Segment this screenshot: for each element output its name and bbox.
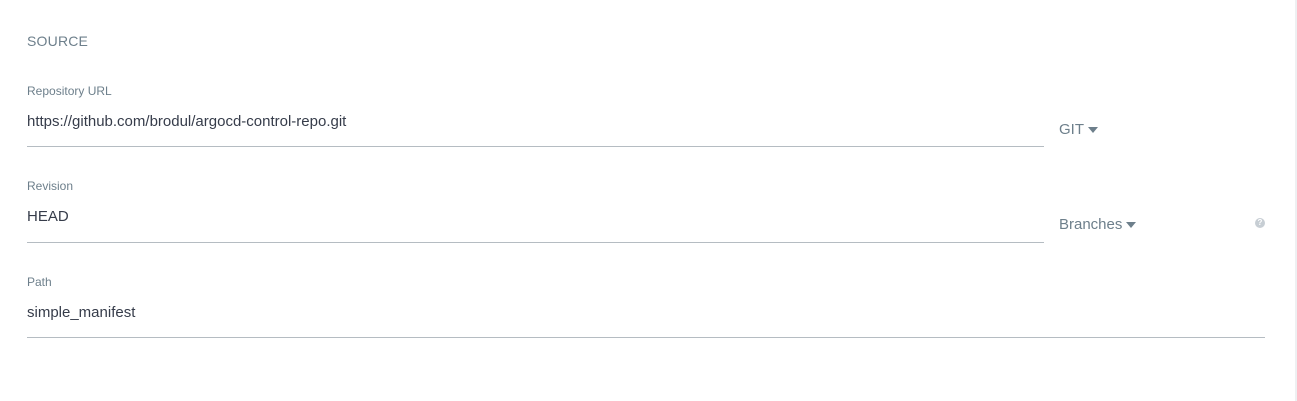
question-circle-icon[interactable]: ? — [1255, 218, 1265, 228]
caret-down-icon — [1126, 221, 1137, 228]
repo-url-underline — [27, 146, 1044, 147]
repo-url-input[interactable]: https://github.com/brodul/argocd-control… — [27, 113, 346, 130]
revision-label: Revision — [27, 179, 74, 193]
source-panel: SOURCE Repository URL https://github.com… — [0, 0, 1297, 401]
path-label: Path — [27, 275, 52, 289]
repo-type-dropdown[interactable]: GIT — [1059, 121, 1098, 138]
revision-input[interactable]: HEAD — [27, 208, 69, 225]
revision-type-dropdown[interactable]: Branches — [1059, 216, 1137, 233]
path-input[interactable]: simple_manifest — [27, 304, 135, 321]
path-underline — [27, 337, 1265, 338]
repo-type-selected: GIT — [1059, 121, 1084, 138]
repo-url-label: Repository URL — [27, 84, 112, 98]
revision-type-selected: Branches — [1059, 216, 1123, 233]
caret-down-icon — [1088, 126, 1098, 133]
section-title: SOURCE — [27, 33, 89, 49]
revision-underline — [27, 242, 1044, 243]
